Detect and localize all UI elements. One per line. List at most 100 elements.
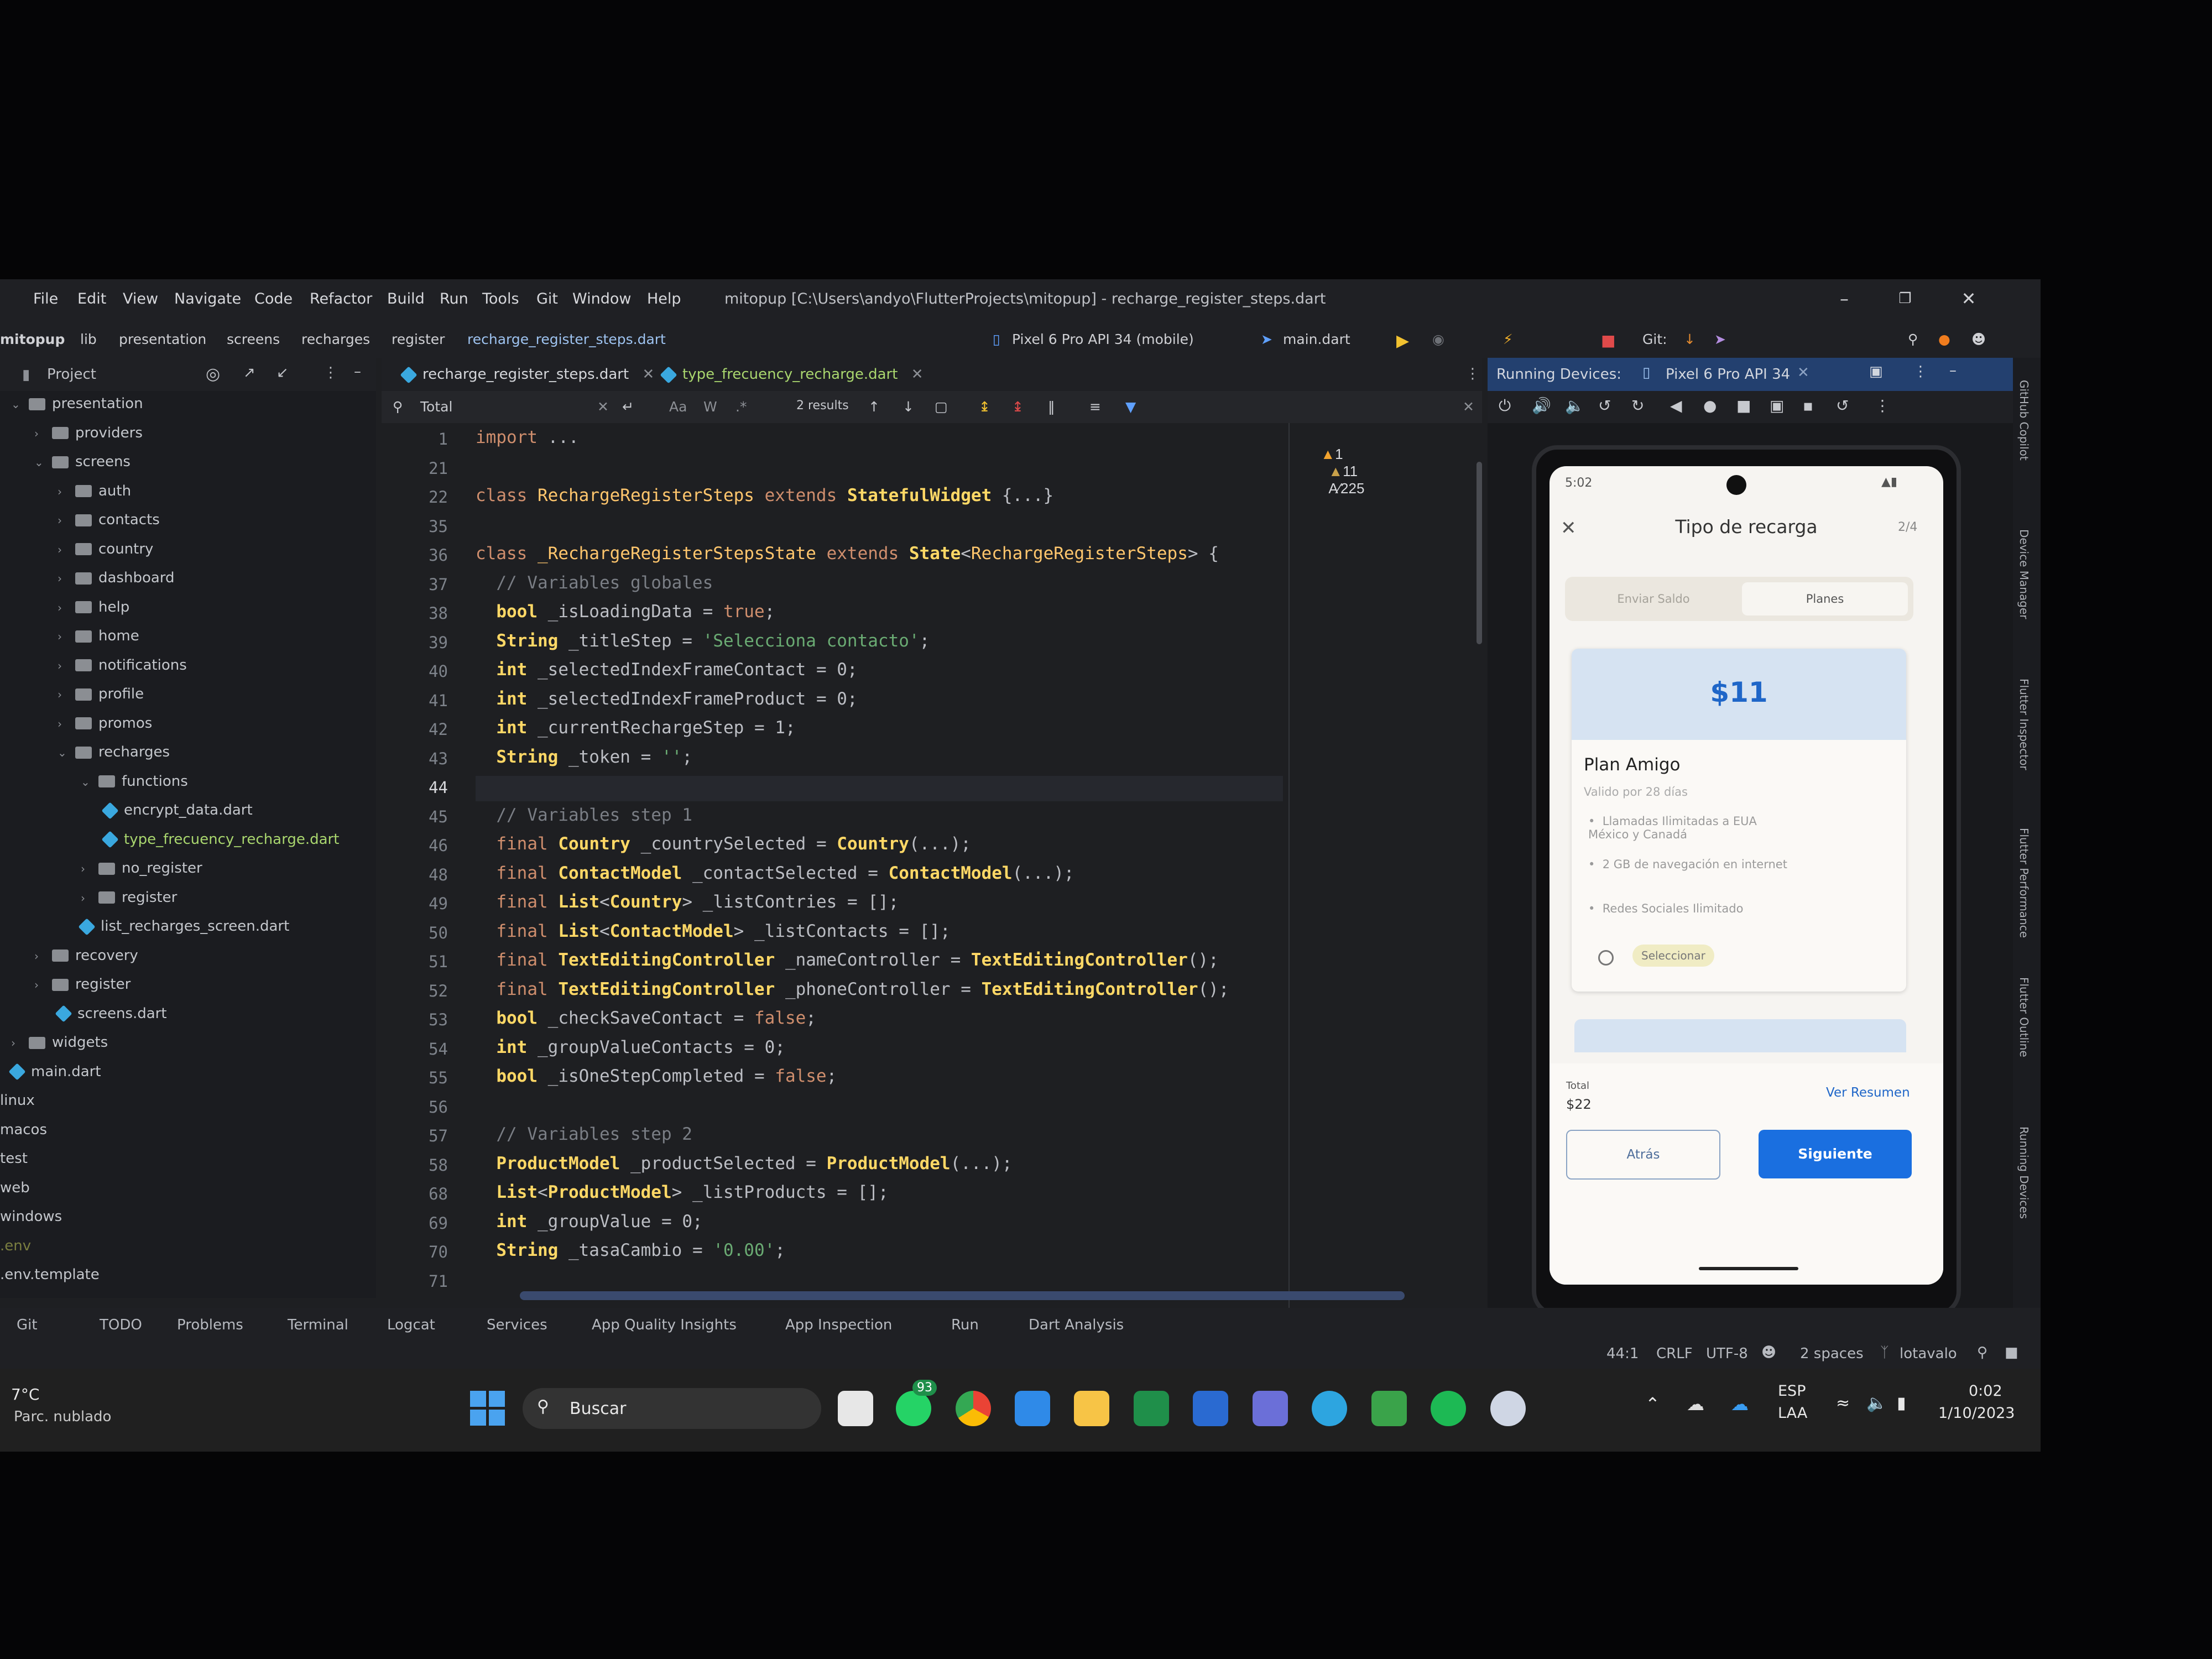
hide-panel-icon[interactable]: –: [354, 363, 361, 380]
add-occurrence-icon[interactable]: ↨: [979, 399, 990, 415]
view-summary-link[interactable]: Ver Resumen: [1826, 1086, 1910, 1100]
tab-options-icon[interactable]: ⋮: [1465, 366, 1480, 382]
horizontal-scrollbar[interactable]: [520, 1291, 1405, 1300]
next-plan-card[interactable]: [1574, 1019, 1906, 1052]
code-line[interactable]: import ...: [476, 427, 579, 447]
search-everywhere-icon[interactable]: ⚲: [1908, 331, 1918, 347]
tab-type-frecuency-recharge[interactable]: type_frecuency_recharge.dart ✕: [653, 358, 933, 391]
excel-icon[interactable]: [1134, 1391, 1169, 1426]
regex-toggle[interactable]: .*: [735, 399, 747, 415]
breadcrumb-lib[interactable]: lib: [80, 331, 97, 347]
tree-item[interactable]: screens.dart: [55, 1001, 167, 1026]
tree-item[interactable]: ⌄ functions: [81, 769, 188, 794]
battery-icon[interactable]: ▮: [1897, 1394, 1906, 1413]
menu-help[interactable]: Help: [647, 290, 681, 307]
tree-item[interactable]: type_frecuency_recharge.dart: [101, 827, 339, 852]
tree-item[interactable]: .env.template: [0, 1262, 100, 1287]
options-icon[interactable]: ⋮: [324, 364, 338, 381]
git-push-icon[interactable]: ➤: [1714, 331, 1726, 347]
chevron-right-icon[interactable]: ›: [11, 1030, 23, 1056]
match-case-toggle[interactable]: Aa: [669, 399, 687, 415]
code-line[interactable]: int _currentRechargeStep = 1;: [476, 718, 795, 738]
tree-item[interactable]: › notifications: [58, 653, 187, 678]
home-icon[interactable]: ●: [1703, 397, 1717, 415]
debug-icon[interactable]: ◉: [1432, 331, 1444, 347]
code-line[interactable]: int _selectedIndexFrameContact = 0;: [476, 660, 857, 680]
tree-item[interactable]: macos: [0, 1117, 47, 1142]
next-match-icon[interactable]: ↓: [902, 399, 914, 415]
breadcrumb-file[interactable]: recharge_register_steps.dart: [467, 331, 666, 347]
language-top[interactable]: ESP: [1778, 1383, 1806, 1400]
menu-refactor[interactable]: Refactor: [310, 290, 372, 307]
code-line[interactable]: final ContactModel _contactSelected = Co…: [476, 863, 1074, 883]
chevron-right-icon[interactable]: ›: [58, 479, 70, 504]
tree-item[interactable]: ⌄ screens: [34, 449, 131, 474]
tool-window-button[interactable]: Problems: [177, 1317, 243, 1333]
code-line[interactable]: final List<Country> _listContries = [];: [476, 892, 899, 912]
right-tool-tab[interactable]: Running Devices: [2017, 1126, 2031, 1219]
tree-item[interactable]: › recovery: [34, 943, 138, 968]
tree-item[interactable]: › widgets: [11, 1030, 108, 1055]
overview-icon[interactable]: ■: [1736, 397, 1751, 415]
menu-build[interactable]: Build: [387, 290, 425, 307]
clock-time[interactable]: 0:02: [1969, 1383, 2002, 1400]
back-icon[interactable]: ◀: [1670, 397, 1682, 415]
target-icon[interactable]: ◎: [206, 364, 220, 384]
tree-item[interactable]: web: [0, 1175, 30, 1201]
run-config-selector[interactable]: main.dart: [1283, 331, 1350, 347]
minimize-icon[interactable]: –: [1828, 285, 1861, 312]
caret-position[interactable]: 44:1: [1606, 1345, 1639, 1362]
code-line[interactable]: int _groupValue = 0;: [476, 1212, 702, 1232]
tree-item[interactable]: › help: [58, 594, 129, 620]
screenshot-icon[interactable]: ▣: [1770, 397, 1784, 415]
select-all-icon[interactable]: ▢: [935, 399, 948, 415]
tree-item[interactable]: test: [0, 1146, 28, 1171]
menu-navigate[interactable]: Navigate: [174, 290, 241, 307]
chevron-down-icon[interactable]: ⌄: [11, 392, 23, 417]
breadcrumb-screens[interactable]: screens: [227, 331, 280, 347]
chevron-right-icon[interactable]: ›: [81, 856, 93, 881]
taskbar-search[interactable]: ⚲ Buscar: [523, 1388, 821, 1429]
task-view-icon[interactable]: [838, 1391, 873, 1426]
word-icon[interactable]: [1193, 1391, 1228, 1426]
hot-reload-icon[interactable]: ⚡: [1503, 331, 1513, 347]
tree-item[interactable]: › auth: [58, 478, 131, 504]
breadcrumb-project[interactable]: mitopup: [0, 331, 65, 347]
menu-view[interactable]: View: [123, 290, 158, 307]
chevron-right-icon[interactable]: ›: [58, 595, 70, 620]
tree-item[interactable]: ⌄ recharges: [58, 739, 170, 765]
chevron-right-icon[interactable]: ›: [58, 682, 70, 707]
record-icon[interactable]: ▪: [1803, 397, 1813, 415]
code-line[interactable]: [476, 776, 1283, 801]
menu-code[interactable]: Code: [254, 290, 293, 307]
cloud-icon[interactable]: ☁: [1687, 1394, 1704, 1415]
tree-item[interactable]: encrypt_data.dart: [101, 797, 253, 823]
menu-window[interactable]: Window: [572, 290, 631, 307]
code-line[interactable]: bool _isLoadingData = true;: [476, 602, 775, 622]
code-line[interactable]: final TextEditingController _phoneContro…: [476, 979, 1229, 999]
weather-temp[interactable]: 7°C: [11, 1385, 39, 1404]
inspection-widget[interactable]: ▲1 ▲11 A⁄225: [1297, 429, 1364, 514]
hide-device-panel-icon[interactable]: –: [1949, 362, 1957, 379]
code-line[interactable]: int _selectedIndexFrameProduct = 0;: [476, 689, 857, 709]
new-line-icon[interactable]: ↵: [622, 399, 634, 415]
code-line[interactable]: String _titleStep = 'Selecciona contacto…: [476, 631, 930, 651]
account-icon[interactable]: ☻: [1971, 331, 1986, 347]
line-separator[interactable]: CRLF: [1656, 1345, 1693, 1362]
volume-icon[interactable]: 🔈: [1866, 1394, 1887, 1413]
stop-icon[interactable]: ■: [1601, 331, 1615, 349]
git-branch[interactable]: lotavalo: [1900, 1345, 1957, 1362]
remove-occurrence-icon[interactable]: ↨: [1012, 399, 1024, 415]
chrome-icon[interactable]: [956, 1391, 991, 1426]
project-view-selector[interactable]: Project: [47, 366, 96, 383]
tree-item[interactable]: › contacts: [58, 507, 160, 533]
device-selector[interactable]: Pixel 6 Pro API 34 (mobile): [1012, 331, 1194, 347]
wifi-icon[interactable]: ≈: [1836, 1394, 1850, 1413]
menu-edit[interactable]: Edit: [77, 290, 106, 307]
chevron-right-icon[interactable]: ›: [81, 885, 93, 911]
device-tab[interactable]: Pixel 6 Pro API 34: [1666, 366, 1790, 383]
tree-item[interactable]: › country: [58, 536, 153, 562]
chevron-right-icon[interactable]: ›: [58, 711, 70, 737]
code-line[interactable]: bool _isOneStepCompleted = false;: [476, 1066, 837, 1086]
spotify-icon[interactable]: [1431, 1391, 1466, 1426]
